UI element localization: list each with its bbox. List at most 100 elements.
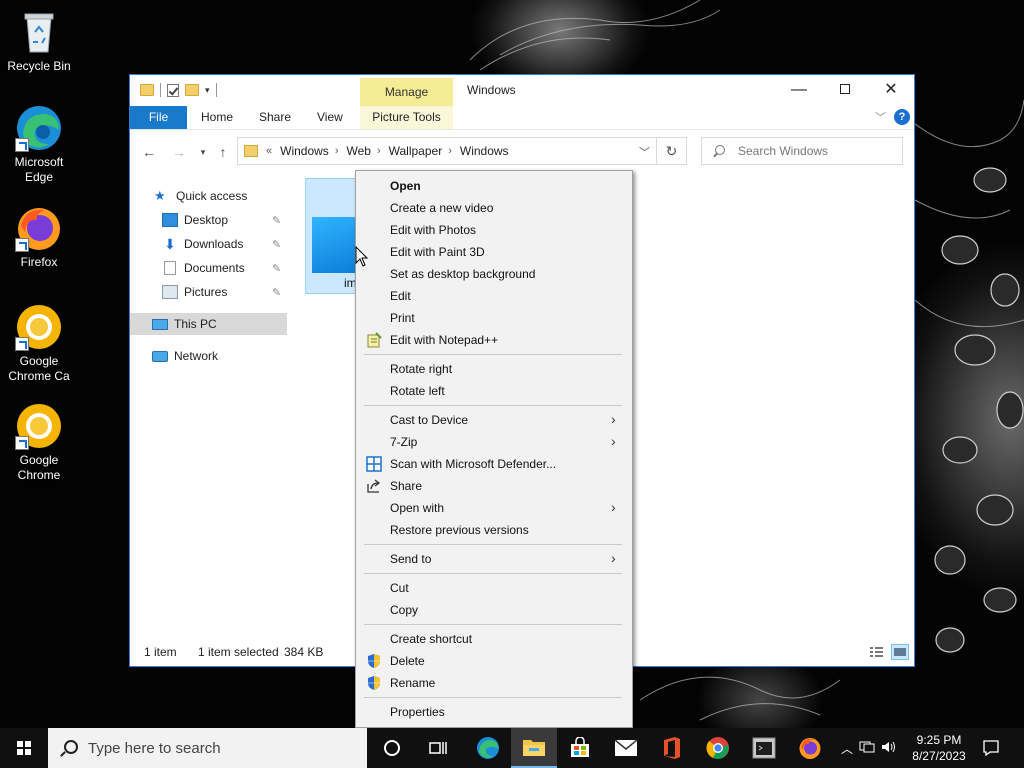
breadcrumb-separator-icon[interactable]: › (448, 145, 452, 157)
navigation-pane: ★ Quick access Desktop ✎ ⬇ Downloads ✎ D… (130, 187, 287, 627)
nav-item-documents[interactable]: Documents ✎ (162, 257, 287, 279)
nav-item-network[interactable]: Network (152, 345, 218, 367)
breadcrumb-windows-current[interactable]: Windows (460, 144, 509, 158)
chevron-down-icon: ▾ (200, 147, 206, 157)
menu-item-edit-with-notepadpp[interactable]: Edit with Notepad++ (390, 329, 498, 351)
start-button[interactable] (0, 728, 48, 768)
menu-item-send-to[interactable]: Send to (390, 548, 431, 570)
volume-icon[interactable] (878, 740, 900, 757)
nav-item-pictures[interactable]: Pictures ✎ (162, 281, 287, 303)
show-hidden-icons-chevron-icon[interactable]: ︿ (838, 740, 856, 757)
menu-item-copy[interactable]: Copy (390, 599, 418, 621)
search-input[interactable]: Search Windows (701, 137, 903, 165)
taskbar-chrome[interactable] (695, 728, 741, 768)
menu-separator (364, 697, 622, 698)
desktop-icon-recycle-bin[interactable]: Recycle Bin (4, 8, 74, 74)
details-view-icon[interactable] (868, 644, 886, 660)
menu-item-delete[interactable]: Delete (390, 650, 425, 672)
menu-separator (364, 624, 622, 625)
menu-item-open-with[interactable]: Open with (390, 497, 444, 519)
pin-icon[interactable]: ✎ (272, 286, 281, 299)
menu-item-edit-with-photos[interactable]: Edit with Photos (390, 219, 476, 241)
recent-locations-button[interactable]: ▾ (194, 143, 212, 161)
customize-toolbar-icon[interactable]: ▾ (205, 85, 210, 96)
action-center-button[interactable] (970, 728, 1012, 768)
clock[interactable]: 9:25 PM 8/27/2023 (908, 732, 970, 764)
taskbar-file-explorer[interactable] (511, 728, 557, 768)
menu-item-edit[interactable]: Edit (390, 285, 411, 307)
menu-item-restore-previous[interactable]: Restore previous versions (390, 519, 529, 541)
recycle-bin-icon (15, 8, 63, 56)
terminal-icon (752, 737, 776, 759)
nav-item-label: Desktop (184, 213, 229, 227)
desktop-icon-firefox[interactable]: Firefox (4, 204, 74, 270)
maximize-icon (840, 84, 850, 94)
nav-item-quick-access[interactable]: ★ Quick access (154, 185, 247, 207)
maximize-button[interactable] (822, 75, 868, 105)
taskbar-edge[interactable] (465, 728, 511, 768)
nav-item-downloads[interactable]: ⬇ Downloads ✎ (162, 233, 287, 255)
menu-item-create-video[interactable]: Create a new video (390, 197, 493, 219)
taskbar-microsoft-store[interactable] (557, 728, 603, 768)
overflow-chevron[interactable]: « (266, 145, 272, 157)
taskbar-office[interactable] (649, 728, 695, 768)
tab-manage[interactable]: Manage (360, 78, 453, 106)
breadcrumb-separator-icon[interactable]: › (335, 145, 339, 157)
taskbar-search-input[interactable]: Type here to search (48, 728, 367, 768)
menu-item-cast-to-device[interactable]: Cast to Device (390, 409, 468, 431)
cortana-button[interactable] (369, 728, 415, 768)
taskbar-firefox[interactable] (787, 728, 833, 768)
window-title: Windows (467, 83, 516, 97)
breadcrumb-windows[interactable]: Windows (280, 144, 329, 158)
menu-item-7zip[interactable]: 7-Zip (390, 431, 417, 453)
menu-item-rename[interactable]: Rename (390, 672, 435, 694)
breadcrumb-web[interactable]: Web (346, 144, 370, 158)
menu-item-open[interactable]: Open (390, 175, 421, 197)
help-icon[interactable]: ? (894, 109, 910, 125)
refresh-button[interactable]: ↻ (657, 137, 687, 165)
up-button[interactable]: ↑ (214, 143, 232, 161)
pin-icon[interactable]: ✎ (272, 262, 281, 275)
task-view-button[interactable] (415, 728, 461, 768)
desktop-icon-microsoft-edge[interactable]: Microsoft Edge (4, 104, 74, 185)
nav-item-this-pc[interactable]: This PC (130, 313, 287, 335)
tab-picture-tools[interactable]: Picture Tools (360, 106, 453, 129)
expand-ribbon-icon[interactable]: ﹀ (875, 109, 886, 125)
menu-item-scan-defender[interactable]: Scan with Microsoft Defender... (390, 453, 556, 475)
menu-item-cut[interactable]: Cut (390, 577, 409, 599)
menu-item-properties[interactable]: Properties (390, 701, 445, 723)
menu-item-create-shortcut[interactable]: Create shortcut (390, 628, 472, 650)
search-icon (60, 740, 78, 756)
menu-item-share[interactable]: Share (390, 475, 422, 497)
back-button[interactable]: ← (140, 143, 158, 161)
desktop-icon-google-chrome-canary[interactable]: Google Chrome Ca (4, 303, 74, 384)
new-folder-icon[interactable] (185, 84, 199, 96)
nav-item-desktop[interactable]: Desktop ✎ (162, 209, 287, 231)
taskbar-mail[interactable] (603, 728, 649, 768)
address-dropdown-icon[interactable]: ﹀ (639, 144, 650, 160)
menu-item-print[interactable]: Print (390, 307, 415, 329)
breadcrumb-separator-icon[interactable]: › (377, 145, 381, 157)
network-tray-icon[interactable] (856, 740, 878, 757)
tab-home[interactable]: Home (191, 106, 243, 129)
large-icons-view-icon[interactable] (891, 644, 909, 660)
close-button[interactable]: ✕ (868, 75, 914, 105)
menu-item-rotate-right[interactable]: Rotate right (390, 358, 452, 380)
taskbar-terminal-app[interactable] (741, 728, 787, 768)
tab-view[interactable]: View (307, 106, 353, 129)
pin-icon[interactable]: ✎ (272, 214, 281, 227)
tab-file[interactable]: File (130, 106, 187, 129)
forward-button[interactable]: → (170, 143, 188, 161)
address-bar[interactable]: « Windows › Web › Wallpaper › Windows ﹀ (237, 137, 657, 165)
minimize-button[interactable]: — (776, 75, 822, 105)
menu-item-set-desktop-background[interactable]: Set as desktop background (390, 263, 535, 285)
properties-icon[interactable] (167, 83, 179, 97)
pin-icon[interactable]: ✎ (272, 238, 281, 251)
tab-share[interactable]: Share (249, 106, 301, 129)
breadcrumb-wallpaper[interactable]: Wallpaper (389, 144, 443, 158)
menu-item-edit-with-paint3d[interactable]: Edit with Paint 3D (390, 241, 485, 263)
desktop-icon-label: Google Chrome (17, 453, 61, 482)
desktop-icon-google-chrome[interactable]: Google Chrome (4, 402, 74, 483)
document-icon (164, 261, 176, 275)
menu-item-rotate-left[interactable]: Rotate left (390, 380, 445, 402)
